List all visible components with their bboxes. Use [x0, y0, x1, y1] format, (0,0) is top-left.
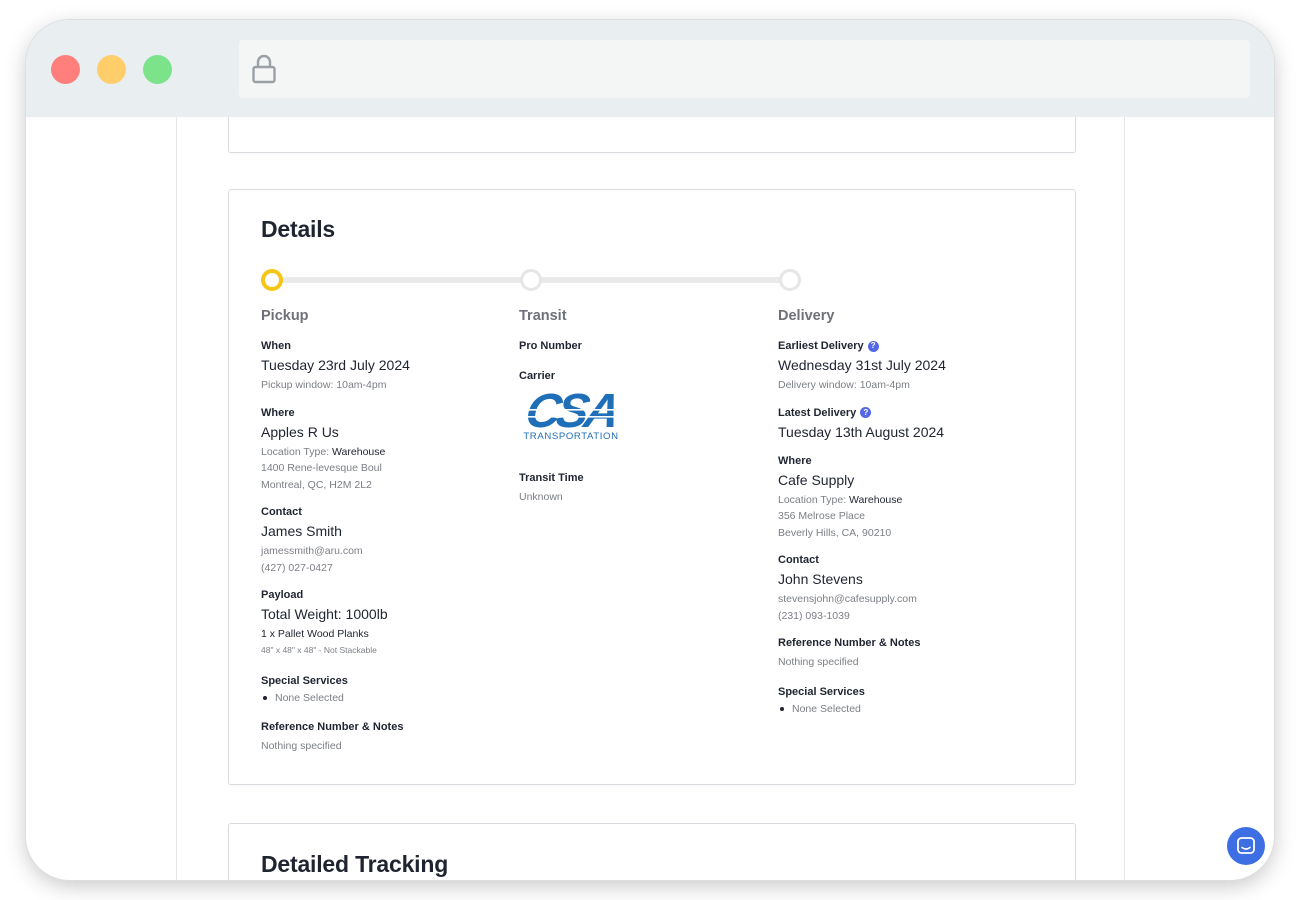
address-bar[interactable]: [239, 40, 1250, 98]
pro-number-label: Pro Number: [519, 340, 582, 352]
pickup-services-value: None Selected: [263, 692, 501, 704]
transit-carrier: Carrier CSA TRANSPORTATION: [519, 370, 759, 460]
delivery-special-services: Special Services None Selected: [778, 686, 1058, 715]
delivery-services-label: Special Services: [778, 685, 865, 698]
progress-step-transit: [520, 269, 542, 291]
latest-delivery-date: Tuesday 13th August 2024: [778, 423, 945, 440]
browser-window: Details Pickup When Tuesday 23rd July 20…: [26, 20, 1274, 880]
pickup-special-services: Special Services None Selected: [261, 675, 501, 704]
pickup-payload-item: 1 x Pallet Wood Planks: [261, 628, 369, 640]
pickup-location-type-value: Warehouse: [332, 445, 386, 458]
pickup-where: Where Apples R Us Location Type: Warehou…: [261, 407, 501, 494]
delivery-where: Where Cafe Supply Location Type: Warehou…: [778, 455, 1058, 542]
delivery-location-name: Cafe Supply: [778, 471, 855, 488]
delivery-notes: Reference Number & Notes Nothing specifi…: [778, 637, 1058, 671]
pickup-contact: Contact James Smith jamessmith@aru.com (…: [261, 506, 501, 576]
page-column: Details Pickup When Tuesday 23rd July 20…: [176, 117, 1125, 880]
earliest-delivery-date: Wednesday 31st July 2024: [778, 357, 946, 373]
carrier-logo-subtext: TRANSPORTATION: [523, 431, 618, 441]
delivery-window: Delivery window: 10am-4pm: [778, 379, 910, 391]
delivery-location-type-value: Warehouse: [849, 493, 903, 506]
delivery-services-value: None Selected: [780, 703, 1058, 715]
latest-delivery-label: Latest Delivery ?: [778, 407, 1058, 419]
pickup-address-line2: Montreal, QC, H2M 2L2: [261, 478, 372, 491]
delivery-contact-name: John Stevens: [778, 571, 863, 587]
carrier-logo: CSA TRANSPORTATION: [519, 384, 623, 442]
delivery-address-line2: Beverly Hills, CA, 90210: [778, 526, 892, 539]
earliest-delivery: Earliest Delivery ? Wednesday 31st July …: [778, 340, 1058, 394]
delivery-address-line1: 356 Melrose Place: [778, 510, 865, 522]
pickup-location-name: Apples R Us: [261, 423, 339, 440]
transit-time: Transit Time Unknown: [519, 472, 759, 506]
pickup-location-type-label: Location Type:: [261, 445, 330, 458]
transit-time-value: Unknown: [519, 491, 563, 503]
delivery-contact-phone: (231) 093-1039: [778, 609, 850, 622]
pickup-services-label: Special Services: [261, 674, 348, 687]
details-title: Details: [261, 216, 336, 242]
transit-time-label: Transit Time: [519, 472, 584, 484]
pickup-location-type: Location Type: Warehouse: [261, 444, 501, 461]
minimize-window-button[interactable]: [97, 55, 126, 84]
delivery-location-type-label: Location Type:: [778, 493, 847, 506]
close-window-button[interactable]: [51, 55, 80, 84]
pickup-contact-email[interactable]: jamessmith@aru.com: [261, 543, 501, 560]
browser-titlebar: [26, 20, 1274, 117]
earliest-delivery-label: Earliest Delivery ?: [778, 340, 1058, 352]
pickup-payload: Payload Total Weight: 1000lb 1 x Pallet …: [261, 589, 501, 657]
pickup-contact-label: Contact: [261, 506, 302, 518]
pickup-payload-label: Payload: [261, 589, 304, 601]
delivery-location-type: Location Type: Warehouse: [778, 492, 1058, 509]
carrier-label: Carrier: [519, 370, 556, 382]
page-content: Details Pickup When Tuesday 23rd July 20…: [26, 117, 1274, 880]
help-icon[interactable]: ?: [860, 407, 872, 418]
details-card: Details Pickup When Tuesday 23rd July 20…: [228, 189, 1076, 785]
delivery-heading: Delivery: [778, 308, 835, 324]
latest-delivery: Latest Delivery ? Tuesday 13th August 20…: [778, 407, 1058, 440]
pickup-payload-weight: Total Weight: 1000lb: [261, 606, 388, 622]
help-icon[interactable]: ?: [867, 340, 879, 352]
delivery-contact-email[interactable]: stevensjohn@cafesupply.com: [778, 591, 1058, 608]
progress-step-pickup: [261, 269, 283, 291]
chat-icon: [1237, 837, 1255, 854]
pickup-when: When Tuesday 23rd July 2024 Pickup windo…: [261, 340, 501, 394]
pickup-column: Pickup When Tuesday 23rd July 2024 Picku…: [261, 308, 501, 767]
pickup-date: Tuesday 23rd July 2024: [261, 357, 410, 373]
pickup-notes-label: Reference Number & Notes: [261, 720, 404, 733]
latest-delivery-label-text: Latest Delivery: [778, 406, 857, 419]
pickup-payload-dimensions: 48" x 48" x 48" - Not Stackable: [261, 644, 377, 655]
pickup-heading: Pickup: [261, 308, 309, 324]
pickup-address-line1: 1400 Rene-levesque Boul: [261, 462, 382, 474]
transit-column: Transit Pro Number Carrier CSA TRANSPORT…: [519, 308, 759, 519]
pickup-contact-name: James Smith: [261, 523, 342, 539]
pickup-notes: Reference Number & Notes Nothing specifi…: [261, 721, 501, 755]
pickup-notes-value: Nothing specified: [261, 739, 342, 752]
detailed-tracking-title: Detailed Tracking: [261, 851, 449, 877]
detailed-tracking-card: Detailed Tracking: [228, 823, 1076, 880]
pickup-window: Pickup window: 10am-4pm: [261, 379, 387, 391]
delivery-notes-value: Nothing specified: [778, 656, 859, 668]
lock-icon: [252, 54, 276, 84]
transit-heading: Transit: [519, 308, 567, 324]
pickup-where-label: Where: [261, 406, 295, 419]
maximize-window-button[interactable]: [143, 55, 172, 84]
previous-card: [228, 117, 1076, 153]
delivery-column: Delivery Earliest Delivery ? Wednesday 3…: [778, 308, 1058, 728]
pickup-contact-phone: (427) 027-0427: [261, 561, 333, 574]
earliest-delivery-label-text: Earliest Delivery: [778, 340, 864, 352]
delivery-contact-label: Contact: [778, 554, 819, 566]
progress-step-delivery: [779, 269, 801, 291]
chat-launcher-button[interactable]: [1227, 827, 1265, 865]
delivery-notes-label: Reference Number & Notes: [778, 637, 921, 649]
delivery-where-label: Where: [778, 454, 812, 467]
delivery-contact: Contact John Stevens stevensjohn@cafesup…: [778, 554, 1058, 624]
transit-pro-number: Pro Number: [519, 340, 759, 352]
pickup-when-label: When: [261, 340, 291, 352]
